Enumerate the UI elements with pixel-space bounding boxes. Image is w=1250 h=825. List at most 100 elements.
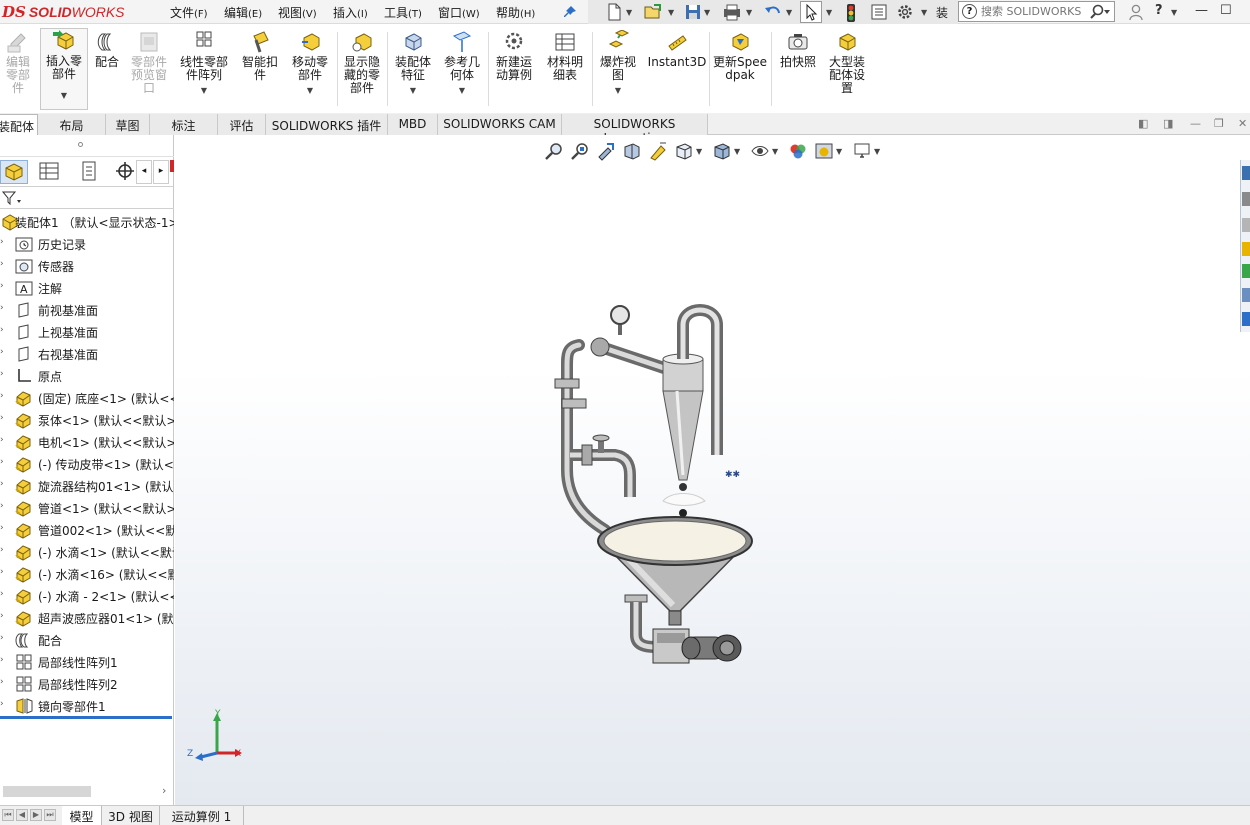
edit-component-button[interactable]: 编辑零部件 — [0, 30, 36, 110]
new-motion-study-button[interactable]: 新建运动算例 — [492, 30, 536, 110]
display-style-icon[interactable] — [712, 141, 732, 161]
tree-item[interactable]: › 管道<1> (默认<<默认>_ — [0, 497, 174, 519]
tabs-scroll-right-icon[interactable]: ▸ — [153, 160, 169, 184]
tree-item[interactable]: › 管道002<1> (默认<<默 — [0, 519, 174, 541]
undo-dropdown-icon[interactable]: ▼ — [786, 8, 792, 17]
expand-chevron-icon[interactable]: › — [0, 413, 4, 423]
expand-chevron-icon[interactable]: › — [0, 677, 4, 687]
tree-horizontal-scrollbar[interactable]: › — [0, 783, 174, 801]
propertymanager-tab-icon[interactable] — [36, 160, 64, 184]
zoom-to-fit-icon[interactable] — [544, 141, 564, 161]
instant3d-button[interactable]: Instant3D — [646, 30, 708, 110]
tree-item[interactable]: › 超声波感应器01<1> (默认 — [0, 607, 174, 629]
expand-chevron-icon[interactable]: › — [0, 589, 4, 599]
tree-item[interactable]: › 旋流器结构01<1> (默认 — [0, 475, 174, 497]
exploded-view-button[interactable]: 爆炸视图 ▼ — [596, 30, 640, 110]
expand-chevron-icon[interactable]: › — [0, 391, 4, 401]
task-pane-appearances-icon[interactable] — [1242, 264, 1250, 278]
help-circle-icon[interactable]: ? — [962, 4, 977, 19]
tab-mbd[interactable]: MBD — [388, 114, 438, 135]
options-dropdown-icon[interactable]: ▼ — [921, 8, 927, 17]
doc-close-icon[interactable]: ✕ — [1238, 117, 1247, 130]
dynamic-annotation-view-icon[interactable] — [648, 141, 668, 161]
tab-solidworks-addins[interactable]: SOLIDWORKS 插件 — [266, 114, 388, 135]
options-gear-icon[interactable] — [896, 3, 914, 21]
hide-show-items-icon[interactable] — [750, 141, 770, 161]
expand-chevron-icon[interactable]: › — [0, 435, 4, 445]
help-question-icon[interactable]: ? — [1155, 3, 1163, 18]
undo-icon[interactable] — [764, 3, 782, 21]
first-tab-icon[interactable]: ⏮ — [2, 809, 14, 821]
save-dropdown-icon[interactable]: ▼ — [704, 8, 710, 17]
tree-filter[interactable] — [0, 187, 174, 209]
help-dropdown-icon[interactable]: ▼ — [1171, 8, 1177, 17]
open-document-icon[interactable] — [643, 3, 661, 21]
pane-splitter[interactable] — [0, 135, 174, 157]
linear-pattern-button[interactable]: 线性零部件阵列 ▼ — [176, 30, 232, 110]
tab-sketch[interactable]: 草图 — [106, 114, 150, 135]
toolbar-overflow-label[interactable]: 装 — [936, 4, 948, 21]
menu-file[interactable]: 文件(F) — [170, 4, 208, 21]
scroll-right-icon[interactable]: › — [162, 784, 166, 797]
tab-assembly[interactable]: 装配体 — [0, 114, 38, 135]
search-box[interactable]: ? — [958, 1, 1115, 22]
tree-item[interactable]: › (-) 传动皮带<1> (默认<< — [0, 453, 174, 475]
tab-solidworks-cam[interactable]: SOLIDWORKS CAM — [438, 114, 562, 135]
open-dropdown-icon[interactable]: ▼ — [668, 8, 674, 17]
expand-chevron-icon[interactable]: › — [0, 523, 4, 533]
apply-scene-dropdown-icon[interactable]: ▼ — [836, 147, 842, 156]
apply-scene-icon[interactable] — [814, 141, 834, 161]
tree-item[interactable]: › 历史记录 — [0, 233, 174, 255]
linear-pattern-dropdown-icon[interactable]: ▼ — [176, 84, 232, 97]
view-orientation-icon[interactable] — [674, 141, 694, 161]
view-orientation-dropdown-icon[interactable]: ▼ — [696, 147, 702, 156]
view-settings-dropdown-icon[interactable]: ▼ — [874, 147, 880, 156]
search-icon[interactable] — [1089, 4, 1111, 23]
reference-geometry-dropdown-icon[interactable]: ▼ — [440, 84, 484, 97]
expand-chevron-icon[interactable]: › — [0, 457, 4, 467]
save-icon[interactable] — [684, 3, 702, 21]
dimxpertmanager-tab-icon[interactable] — [114, 160, 136, 184]
tree-root-assembly[interactable]: 装配体1 （默认<显示状态-1> — [0, 211, 174, 233]
expand-chevron-icon[interactable]: › — [0, 567, 4, 577]
new-document-icon[interactable] — [605, 3, 623, 21]
expand-chevron-icon[interactable]: › — [0, 281, 4, 291]
expand-chevron-icon[interactable]: › — [0, 237, 4, 247]
menu-help[interactable]: 帮助(H) — [496, 4, 535, 21]
scrollbar-thumb[interactable] — [3, 786, 91, 797]
tab-3d-view[interactable]: 3D 视图 — [102, 806, 160, 825]
tree-item[interactable]: › 镜向零部件1 — [0, 695, 174, 717]
task-pane-properties-icon[interactable] — [1242, 288, 1250, 302]
view-settings-icon[interactable] — [852, 141, 872, 161]
tab-solidworks-inspection[interactable]: SOLIDWORKS Inspection — [562, 114, 708, 145]
display-style-dropdown-icon[interactable]: ▼ — [734, 147, 740, 156]
menu-edit[interactable]: 编辑(E) — [224, 4, 262, 21]
previous-view-icon[interactable] — [596, 141, 616, 161]
tree-item[interactable]: › 电机<1> (默认<<默认>_ — [0, 431, 174, 453]
tree-item[interactable]: › 局部线性阵列1 — [0, 651, 174, 673]
tree-item[interactable]: › 配合 — [0, 629, 174, 651]
zoom-to-area-icon[interactable] — [570, 141, 590, 161]
assembly-model-view[interactable]: ✱✱ — [545, 295, 755, 675]
tab-motion-study[interactable]: 运动算例 1 — [160, 806, 244, 825]
doc-minimize-icon[interactable]: — — [1190, 117, 1201, 130]
graphics-area[interactable]: ▼ ▼ ▼ ▼ ▼ ✱✱ Y X Z — [175, 135, 1250, 805]
reference-geometry-button[interactable]: 参考几何体 ▼ — [440, 30, 484, 110]
user-account-icon[interactable] — [1127, 3, 1145, 21]
select-icon[interactable] — [800, 1, 822, 23]
solidworks-logo[interactable]: DS SOLIDWORKS — [2, 1, 142, 23]
expand-chevron-icon[interactable]: › — [0, 369, 4, 379]
tree-item[interactable]: › 局部线性阵列2 — [0, 673, 174, 695]
assembly-features-button[interactable]: 装配体特征 ▼ — [390, 30, 436, 110]
maximize-icon[interactable]: ☐ — [1220, 3, 1232, 18]
show-hidden-components-button[interactable]: 显示隐藏的零部件 — [340, 30, 384, 110]
expand-chevron-icon[interactable]: › — [0, 347, 4, 357]
rollback-bar[interactable] — [0, 716, 172, 719]
large-assembly-settings-button[interactable]: 大型装配体设置 — [824, 30, 870, 110]
new-dropdown-icon[interactable]: ▼ — [626, 8, 632, 17]
expand-chevron-icon[interactable]: › — [0, 633, 4, 643]
tree-item[interactable]: › 泵体<1> (默认<<默认>_ — [0, 409, 174, 431]
expand-chevron-icon[interactable]: › — [0, 479, 4, 489]
tree-item[interactable]: › (-) 水滴<1> (默认<<默认 — [0, 541, 174, 563]
move-component-button[interactable]: 移动零部件 ▼ — [288, 30, 332, 110]
